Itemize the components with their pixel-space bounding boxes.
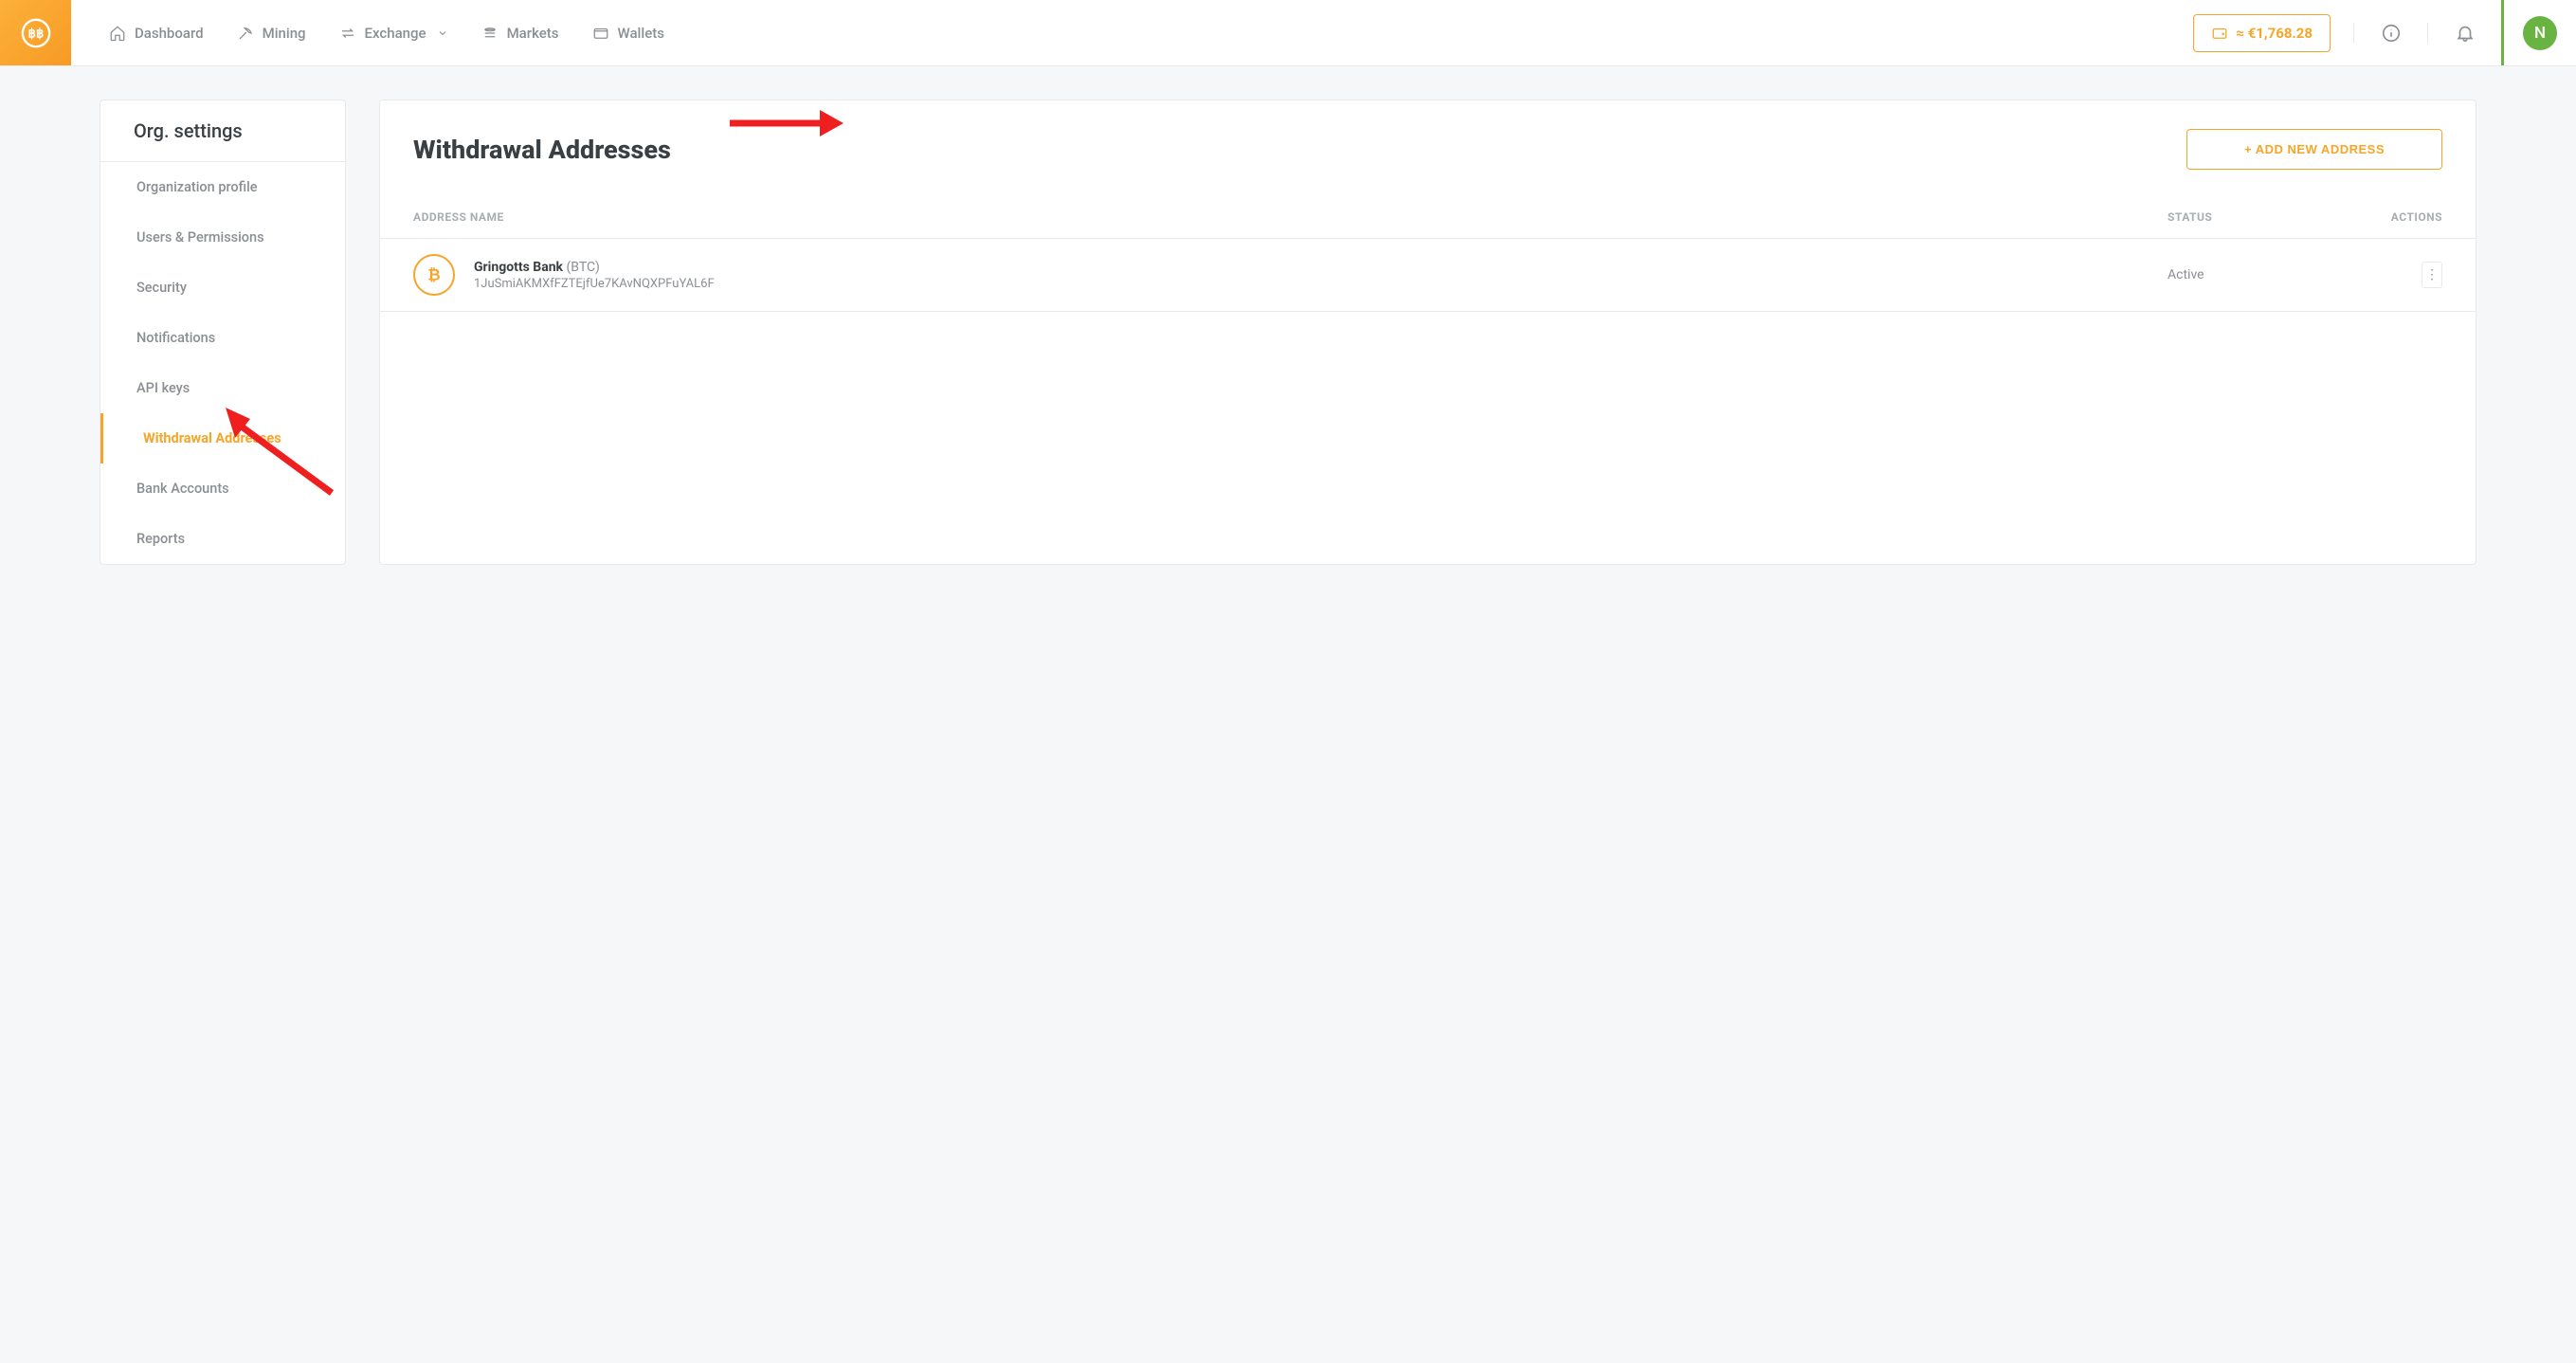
main-header: Withdrawal Addresses + ADD NEW ADDRESS — [380, 100, 2476, 193]
nav-label: Mining — [263, 25, 306, 42]
nav-wallets[interactable]: Wallets — [592, 25, 664, 42]
col-header-actions: ACTIONS — [2357, 210, 2442, 224]
topbar: ฿฿ Dashboard Mining Exchange Markets Wal… — [0, 0, 2576, 66]
col-header-status: STATUS — [2168, 210, 2357, 224]
sidebar-item-reports[interactable]: Reports — [100, 514, 345, 564]
add-new-address-button[interactable]: + ADD NEW ADDRESS — [2186, 129, 2442, 170]
logo[interactable]: ฿฿ — [0, 0, 71, 65]
accent-bar — [2501, 0, 2504, 65]
nav-label: Markets — [507, 25, 559, 42]
row-address: 1JuSmiAKMXfFZTEjfUe7KAvNQXPFuYAL6F — [474, 277, 2168, 291]
balance-prefix: ≈ — [2236, 25, 2247, 42]
svg-text:฿฿: ฿฿ — [27, 27, 44, 41]
row-title: Gringotts Bank (BTC) — [474, 260, 2168, 275]
page-title: Withdrawal Addresses — [413, 135, 671, 165]
nav-label: Dashboard — [135, 25, 204, 42]
nav-label: Exchange — [365, 25, 426, 42]
wallet-icon — [592, 25, 609, 42]
row-actions-menu[interactable]: ⋮ — [2422, 262, 2442, 288]
nav-mining[interactable]: Mining — [237, 25, 306, 42]
sidebar-item-label: Notifications — [136, 330, 215, 346]
sidebar-item-label: Organization profile — [136, 179, 258, 195]
row-status: Active — [2168, 267, 2357, 282]
sidebar-item-label: Bank Accounts — [136, 481, 229, 497]
sidebar-item-label: Withdrawal Addresses — [143, 430, 281, 446]
content: Org. settings Organization profile Users… — [0, 66, 2576, 598]
sidebar-item-label: Security — [136, 280, 187, 296]
sidebar-item-withdrawal-addresses[interactable]: Withdrawal Addresses — [100, 413, 345, 463]
stack-icon — [481, 25, 499, 42]
row-name-block: Gringotts Bank (BTC) 1JuSmiAKMXfFZTEjfUe… — [474, 260, 2168, 291]
sidebar-item-security[interactable]: Security — [100, 263, 345, 313]
table-head: ADDRESS NAME STATUS ACTIONS — [380, 193, 2476, 239]
home-icon — [109, 25, 126, 42]
nav-markets[interactable]: Markets — [481, 25, 559, 42]
sidebar-item-org-profile[interactable]: Organization profile — [100, 162, 345, 212]
balance-value: €1,768.28 — [2248, 25, 2313, 42]
logo-icon: ฿฿ — [20, 17, 52, 49]
info-button[interactable] — [2353, 23, 2427, 44]
nav-items: Dashboard Mining Exchange Markets Wallet… — [71, 0, 2193, 65]
row-currency: (BTC) — [567, 260, 600, 275]
row-actions: ⋮ — [2357, 262, 2442, 288]
table-row: ₿ Gringotts Bank (BTC) 1JuSmiAKMXfFZTEjf… — [380, 239, 2476, 312]
balance[interactable]: ≈ €1,768.28 — [2193, 14, 2331, 52]
sidebar-item-notifications[interactable]: Notifications — [100, 313, 345, 363]
sidebar-item-bank-accounts[interactable]: Bank Accounts — [100, 463, 345, 514]
chevron-down-icon — [437, 27, 448, 39]
sidebar-item-label: Reports — [136, 531, 185, 547]
bell-icon — [2455, 23, 2476, 44]
sidebar-item-label: Users & Permissions — [136, 229, 264, 245]
avatar-initial: N — [2534, 24, 2546, 43]
nav-label: Wallets — [618, 25, 664, 42]
info-icon — [2381, 23, 2402, 44]
notifications-button[interactable] — [2427, 23, 2501, 44]
sidebar-title: Org. settings — [100, 100, 345, 162]
nav-exchange[interactable]: Exchange — [339, 25, 448, 42]
row-bank-name: Gringotts Bank — [474, 260, 563, 275]
bitcoin-icon: ₿ — [413, 254, 455, 296]
pickaxe-icon — [237, 25, 254, 42]
sidebar: Org. settings Organization profile Users… — [100, 100, 346, 565]
svg-text:₿: ₿ — [427, 267, 440, 285]
topbar-right: ≈ €1,768.28 N — [2193, 0, 2576, 65]
avatar[interactable]: N — [2523, 16, 2557, 50]
main-card: Withdrawal Addresses + ADD NEW ADDRESS A… — [379, 100, 2476, 565]
nav-dashboard[interactable]: Dashboard — [109, 25, 204, 42]
sidebar-item-users-permissions[interactable]: Users & Permissions — [100, 212, 345, 263]
wallet-icon — [2211, 25, 2228, 42]
swap-icon — [339, 25, 356, 42]
sidebar-item-api-keys[interactable]: API keys — [100, 363, 345, 413]
col-header-name: ADDRESS NAME — [413, 210, 2168, 224]
sidebar-item-label: API keys — [136, 380, 190, 396]
